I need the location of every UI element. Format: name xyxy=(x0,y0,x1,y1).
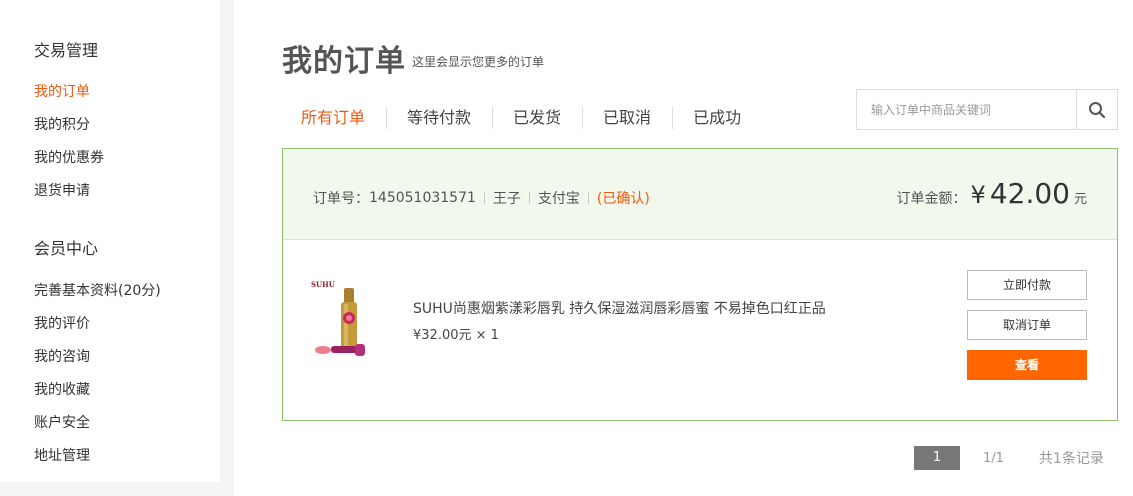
sidebar-item-my-coupons[interactable]: 我的优惠券 xyxy=(34,147,104,167)
search-icon xyxy=(1089,101,1106,118)
order-amount: 订单金额： ¥ 42.00 元 xyxy=(897,177,1087,210)
record-count: 共1条记录 xyxy=(1038,451,1104,467)
tab-shipped[interactable]: 已发货 xyxy=(492,104,582,132)
divider xyxy=(528,192,530,204)
order-number: 145051031571 xyxy=(369,190,476,206)
sidebar-item-account-security[interactable]: 账户安全 xyxy=(34,412,90,432)
sidebar-item-return-request[interactable]: 退货申请 xyxy=(34,180,90,200)
sidebar: 交易管理 我的订单 我的积分 我的优惠券 退货申请 会员中心 完善基本资料(20… xyxy=(0,0,220,482)
main-content: 我的订单 这里会显示您更多的订单 所有订单 等待付款 已发货 已取消 已成功 订… xyxy=(234,0,1133,496)
sidebar-item-my-points[interactable]: 我的积分 xyxy=(34,114,90,134)
pay-now-button[interactable]: 立即付款 xyxy=(967,270,1087,300)
order-status: (已确认) xyxy=(596,191,650,207)
brand-logo: SUHU xyxy=(311,280,335,289)
search-box xyxy=(856,89,1118,130)
tab-cancelled[interactable]: 已取消 xyxy=(582,104,672,132)
product-image[interactable]: SUHU xyxy=(311,278,371,364)
divider xyxy=(587,192,589,204)
order-body: SUHU SUHU尚惠烟紫漾彩唇乳 持久保湿滋润唇彩唇蜜 不易掉色口红正品 ¥3… xyxy=(283,240,1117,420)
order-buyer: 王子 xyxy=(492,191,521,207)
search-button[interactable] xyxy=(1076,90,1117,129)
sidebar-item-my-inquiries[interactable]: 我的咨询 xyxy=(34,346,90,366)
sidebar-group-title-trade: 交易管理 xyxy=(34,41,99,60)
order-payment-method: 支付宝 xyxy=(537,191,580,207)
search-input[interactable] xyxy=(857,90,1076,129)
order-tabs: 所有订单 等待付款 已发货 已取消 已成功 xyxy=(282,104,762,132)
order-number-label: 订单号： xyxy=(313,191,369,207)
order-amount-unit: 元 xyxy=(1073,192,1087,207)
order-amount-value: 42.00 xyxy=(989,177,1070,210)
cancel-order-button[interactable]: 取消订单 xyxy=(967,310,1087,340)
sidebar-group-title-member: 会员中心 xyxy=(34,239,99,258)
order-meta: 订单号： 145051031571 王子 支付宝 (已确认) xyxy=(313,188,650,208)
page-info: 1/1 xyxy=(983,450,1004,466)
product-price: ¥32.00元 × 1 xyxy=(413,328,499,343)
sidebar-item-address-management[interactable]: 地址管理 xyxy=(34,445,90,465)
sidebar-item-my-orders[interactable]: 我的订单 xyxy=(34,81,90,101)
divider xyxy=(483,192,485,204)
sidebar-item-profile[interactable]: 完善基本资料(20分) xyxy=(34,280,161,300)
page-current[interactable]: 1 xyxy=(914,446,960,470)
pagination: 1 1/1 共1条记录 xyxy=(914,446,1104,470)
tab-pending-payment[interactable]: 等待付款 xyxy=(386,104,492,132)
tab-all-orders[interactable]: 所有订单 xyxy=(282,104,386,132)
product-name[interactable]: SUHU尚惠烟紫漾彩唇乳 持久保湿滋润唇彩唇蜜 不易掉色口红正品 xyxy=(413,298,826,318)
currency-symbol: ¥ xyxy=(970,181,986,209)
order-header: 订单号： 145051031571 王子 支付宝 (已确认) 订单金额： ¥ 4… xyxy=(283,149,1117,240)
sidebar-item-my-favorites[interactable]: 我的收藏 xyxy=(34,379,90,399)
tab-completed[interactable]: 已成功 xyxy=(672,104,762,132)
page-title: 我的订单 xyxy=(282,44,406,79)
page-subtitle: 这里会显示您更多的订单 xyxy=(412,55,545,69)
order-amount-label: 订单金额： xyxy=(896,191,967,207)
sidebar-item-my-reviews[interactable]: 我的评价 xyxy=(34,313,90,333)
view-order-button[interactable]: 查看 xyxy=(967,350,1087,380)
order-card: 订单号： 145051031571 王子 支付宝 (已确认) 订单金额： ¥ 4… xyxy=(282,148,1118,421)
